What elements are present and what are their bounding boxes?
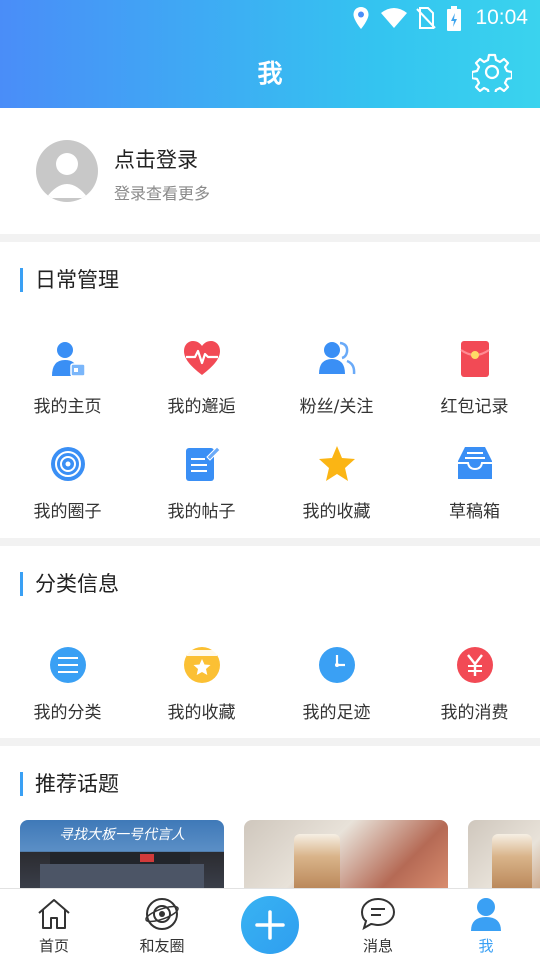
no-sim-icon	[416, 7, 436, 29]
battery-icon	[447, 6, 461, 31]
login-prompt[interactable]: 点击登录	[114, 144, 198, 174]
default-avatar-icon[interactable]	[36, 140, 98, 202]
section-title: 推荐话题	[20, 772, 119, 796]
grid-item-label: 我的收藏	[167, 703, 236, 723]
circle-target-icon	[51, 447, 85, 481]
page-title: 我	[257, 59, 283, 88]
grid-item-my-category[interactable]: 我的分类	[0, 646, 135, 736]
grid-item-label: 我的主页	[33, 397, 102, 417]
status-time: 10:04	[475, 6, 528, 29]
grid-item-label: 我的圈子	[33, 502, 102, 522]
grid-item-drafts[interactable]: 草稿箱	[407, 445, 540, 535]
tab-label: 我	[478, 937, 494, 955]
grid-item-redpacket[interactable]: 红包记录	[407, 340, 540, 430]
clock-icon	[319, 647, 355, 683]
grid-item-label: 我的分类	[33, 703, 102, 723]
profile-card[interactable]: 点击登录 登录查看更多	[0, 108, 540, 234]
wifi-icon	[381, 8, 407, 28]
daily-section: 日常管理 我的主页 我的邂逅 粉丝/关注 红包记录 我的圈子 我的帖子 我的收藏…	[0, 242, 540, 538]
drafts-tray-icon	[458, 447, 492, 479]
chat-icon	[360, 897, 396, 931]
login-subtitle: 登录查看更多	[114, 184, 211, 203]
tab-messages[interactable]: 消息	[324, 889, 432, 960]
section-title: 日常管理	[20, 268, 119, 292]
tab-me[interactable]: 我	[432, 889, 540, 960]
planet-icon	[145, 898, 179, 930]
grid-item-posts[interactable]: 我的帖子	[134, 445, 269, 535]
top-bar: 10:04 我	[0, 0, 540, 108]
grid-item-my-favorites[interactable]: 我的收藏	[134, 646, 269, 736]
post-edit-icon	[186, 446, 221, 481]
grid-item-label: 我的消费	[440, 703, 509, 723]
star-icon	[319, 446, 355, 481]
tab-label: 消息	[362, 937, 393, 955]
grid-item-encounter[interactable]: 我的邂逅	[134, 340, 269, 430]
grid-item-label: 草稿箱	[449, 502, 500, 522]
topic-card[interactable]	[244, 820, 448, 890]
users-icon	[319, 341, 356, 375]
gear-icon[interactable]	[472, 52, 512, 92]
grid-item-label: 我的帖子	[167, 502, 236, 522]
location-icon	[353, 7, 369, 29]
tab-label: 首页	[38, 937, 69, 955]
grid-item-label: 粉丝/关注	[299, 397, 374, 417]
status-bar: 10:04	[0, 0, 540, 36]
topic-card[interactable]: 寻找大板一号代言人	[20, 820, 224, 890]
user-card-icon	[52, 342, 86, 377]
grid-item-circle[interactable]: 我的圈子	[0, 445, 135, 535]
tab-label: 和友圈	[139, 937, 185, 955]
yen-icon	[457, 647, 493, 683]
heartbeat-icon	[184, 341, 220, 375]
category-section: 分类信息 我的分类 我的收藏 我的足迹 我的消费	[0, 546, 540, 738]
plus-icon	[255, 910, 285, 940]
star-jar-icon	[184, 647, 220, 683]
red-envelope-icon	[460, 341, 490, 377]
grid-item-homepage[interactable]: 我的主页	[0, 340, 135, 430]
grid-item-spending[interactable]: 我的消费	[407, 646, 540, 736]
topic-caption: 寻找大板一号代言人	[59, 827, 185, 843]
home-icon	[38, 899, 70, 929]
grid-item-label: 我的足迹	[302, 703, 371, 723]
grid-item-label: 红包记录	[440, 397, 509, 417]
list-icon	[50, 647, 86, 683]
grid-item-favorites[interactable]: 我的收藏	[269, 445, 404, 535]
grid-item-fans[interactable]: 粉丝/关注	[269, 340, 404, 430]
topic-thumbnails: 寻找大板一号代言人	[20, 820, 540, 890]
tab-home[interactable]: 首页	[0, 889, 108, 960]
plus-button[interactable]	[241, 896, 299, 954]
grid-item-label: 我的邂逅	[167, 397, 236, 417]
tab-friends-circle[interactable]: 和友圈	[108, 889, 216, 960]
grid-item-footprints[interactable]: 我的足迹	[269, 646, 404, 736]
person-icon	[471, 898, 501, 931]
grid-item-label: 我的收藏	[302, 502, 371, 522]
section-title: 分类信息	[20, 572, 119, 596]
topic-card[interactable]	[468, 820, 540, 890]
